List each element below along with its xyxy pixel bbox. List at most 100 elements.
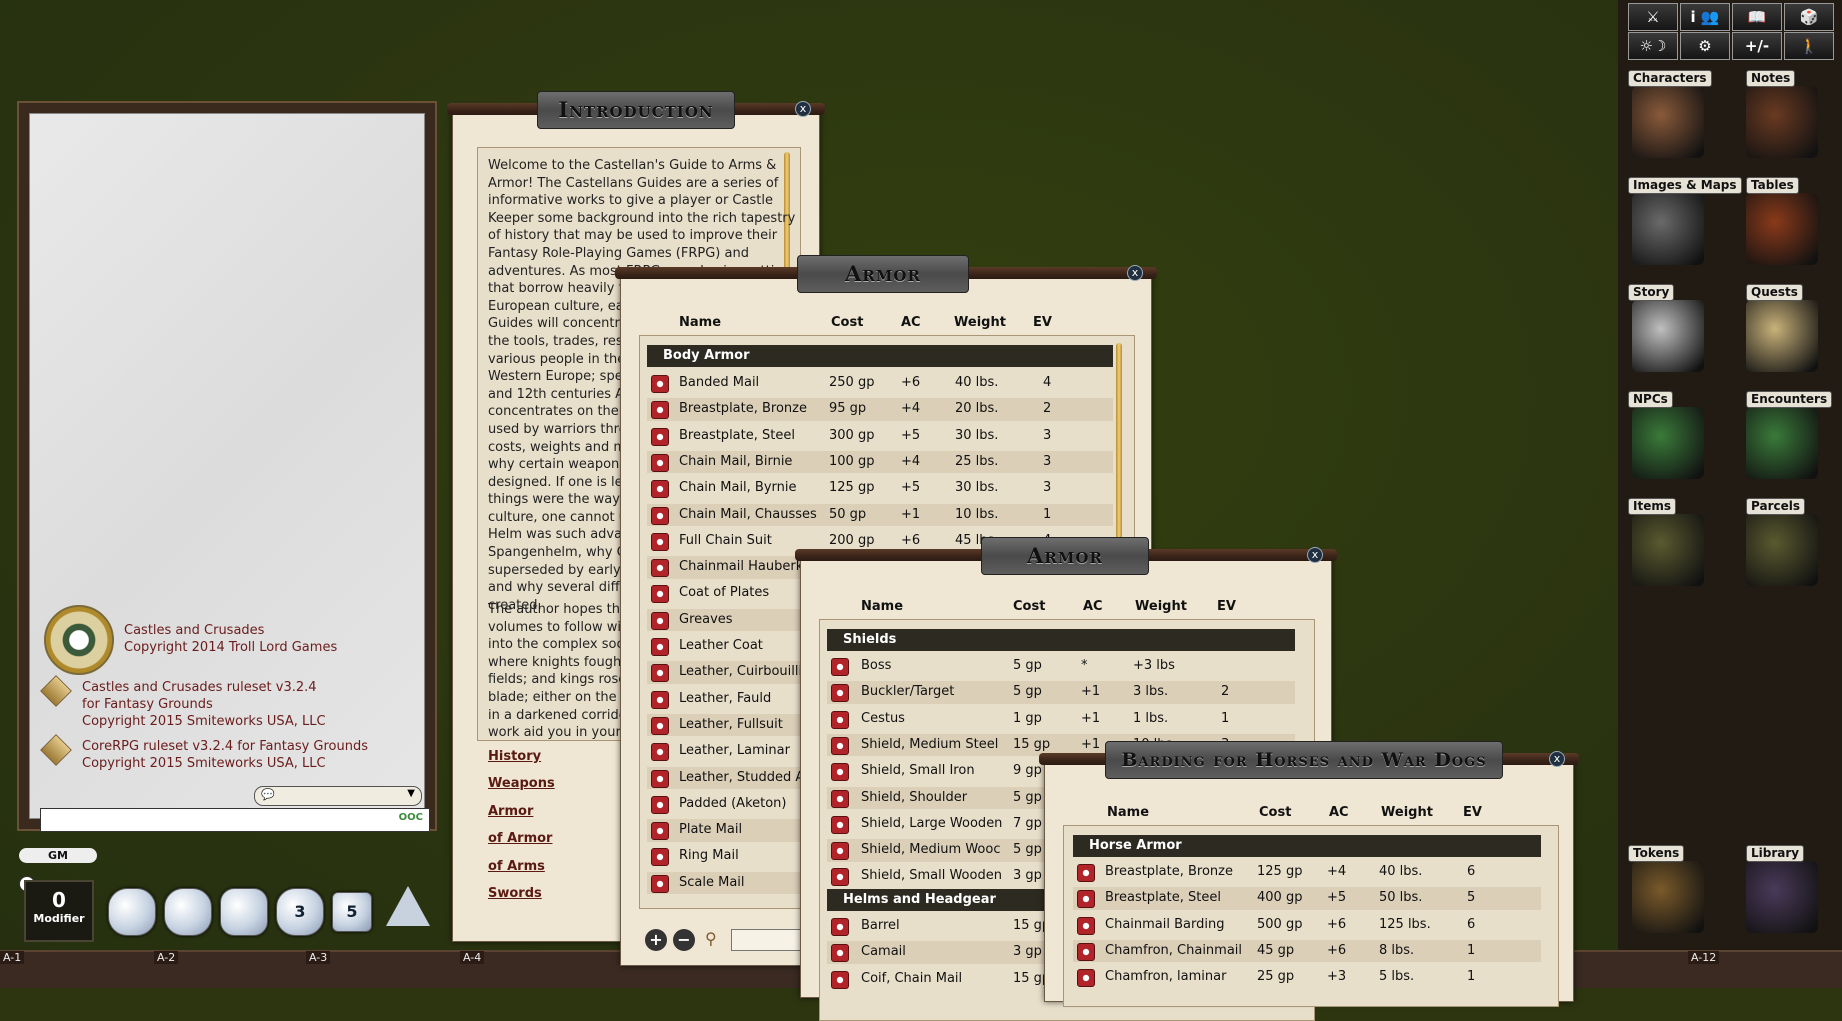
item-link-icon[interactable] [651,427,669,446]
item-link-icon[interactable] [651,795,669,814]
item-link-icon[interactable] [651,716,669,735]
hotkey-label[interactable]: A-3 [306,951,331,964]
item-link-icon[interactable] [1077,864,1095,882]
item-link-icon[interactable] [651,611,669,630]
library-button-label[interactable]: Parcels [1746,498,1805,515]
item-link-icon[interactable] [831,789,849,808]
table-row[interactable]: Chamfron, laminar 25 gp +3 5 lbs. 1 [1073,966,1541,989]
story-link[interactable]: History [488,749,541,764]
column-header-weight[interactable]: Weight [1381,805,1433,820]
modifiers-icon[interactable]: +/- [1732,32,1782,60]
item-link-icon[interactable] [831,710,849,729]
item-link-icon[interactable] [1077,890,1095,909]
d6-die-icon[interactable]: 5 [332,892,372,932]
table-row[interactable]: Chamfron, Chainmail 45 gp +6 8 lbs. 1 [1073,939,1541,963]
library-button-label[interactable]: Notes [1746,70,1796,87]
item-link-icon[interactable] [1077,969,1095,988]
library-button-label[interactable]: Tokens [1628,845,1685,862]
table-row[interactable]: Chainmail Barding 500 gp +6 125 lbs. 6 [1073,914,1541,937]
table-row[interactable]: Buckler/Target 5 gp +1 3 lbs. 2 [827,681,1295,704]
column-header-ev[interactable]: EV [1033,315,1052,330]
column-header-weight[interactable]: Weight [954,315,1006,330]
column-header-name[interactable]: Name [861,599,903,614]
column-header-name[interactable]: Name [679,315,721,330]
column-header-ev[interactable]: EV [1217,599,1236,614]
item-link-icon[interactable] [651,480,669,499]
story-link[interactable]: Weapons [488,776,555,791]
column-header-name[interactable]: Name [1107,805,1149,820]
options-icon[interactable]: ⚙ [1680,32,1730,60]
ooc-toggle[interactable]: OOC [399,812,423,823]
party-info-icon[interactable]: i 👥 [1680,3,1730,31]
chat-mode-dropdown[interactable]: 💬 ▼ [254,786,422,806]
item-link-icon[interactable] [831,815,849,834]
item-link-icon[interactable] [651,453,669,472]
item-link-icon[interactable] [651,585,669,604]
dice-tower-icon[interactable]: 🎲 [1784,3,1834,31]
story-link[interactable]: of Arms [488,859,545,874]
close-icon[interactable]: x [795,101,811,117]
story-link[interactable]: Armor [488,804,533,819]
column-header-cost[interactable]: Cost [1013,599,1045,614]
table-row[interactable]: Boss 5 gp * +3 lbs [827,655,1295,678]
item-link-icon[interactable] [651,690,669,709]
assets-icon[interactable]: 📖 [1732,3,1782,31]
d10-die-icon[interactable] [220,888,268,936]
item-link-icon[interactable] [1077,942,1095,961]
table-row[interactable]: Chain Mail, Birnie 100 gp +4 25 lbs. 3 [647,450,1113,474]
search-icon[interactable]: ⚲ [705,929,723,951]
library-button-label[interactable]: Quests [1746,284,1803,301]
table-row[interactable]: Breastplate, Bronze 125 gp +4 40 lbs. 6 [1073,861,1541,884]
table-row[interactable]: Chain Mail, Byrnie 125 gp +5 30 lbs. 3 [647,477,1113,500]
close-icon[interactable]: x [1307,547,1323,563]
story-icon[interactable] [1632,300,1704,372]
table-row[interactable]: Breastplate, Steel 300 gp +5 30 lbs. 3 [647,425,1113,448]
item-link-icon[interactable] [1077,916,1095,935]
characters-icon[interactable] [1632,86,1704,158]
library-button-label[interactable]: Library [1746,845,1805,862]
item-link-icon[interactable] [651,532,669,551]
item-link-icon[interactable] [831,684,849,703]
notes-icon[interactable] [1746,86,1818,158]
table-row[interactable]: Chain Mail, Chausses 50 gp +1 10 lbs. 1 [647,503,1113,526]
table-row[interactable]: Breastplate, Steel 400 gp +5 50 lbs. 5 [1073,887,1541,910]
item-link-icon[interactable] [651,638,669,656]
library-button-label[interactable]: NPCs [1628,391,1673,408]
column-header-cost[interactable]: Cost [831,315,863,330]
item-link-icon[interactable] [651,401,669,420]
library-button-label[interactable]: Story [1628,284,1675,301]
item-link-icon[interactable] [831,736,849,755]
images-maps-icon[interactable] [1632,193,1704,265]
table-row[interactable]: Cestus 1 gp +1 1 lbs. 1 [827,708,1295,731]
item-link-icon[interactable] [831,763,849,782]
remove-icon[interactable]: − [673,929,695,951]
column-header-cost[interactable]: Cost [1259,805,1291,820]
item-link-icon[interactable] [831,868,849,887]
items-icon[interactable] [1632,514,1704,586]
item-link-icon[interactable] [651,874,669,893]
table-row[interactable]: Banded Mail 250 gp +6 40 lbs. 4 [647,372,1113,395]
item-link-icon[interactable] [831,918,849,936]
tokens-icon[interactable] [1632,861,1704,933]
tables-icon[interactable] [1746,193,1818,265]
quests-icon[interactable] [1746,300,1818,372]
d20-die-icon[interactable] [108,888,156,936]
combat-tracker-icon[interactable]: ⚔ [1628,3,1678,31]
add-icon[interactable]: + [645,929,667,951]
d12-die-icon[interactable] [164,888,212,936]
column-header-ac[interactable]: AC [1329,805,1349,820]
column-header-ac[interactable]: AC [1083,599,1103,614]
close-icon[interactable]: x [1127,265,1143,281]
npcs-icon[interactable] [1632,407,1704,479]
item-link-icon[interactable] [651,743,669,762]
item-link-icon[interactable] [831,842,849,861]
item-link-icon[interactable] [651,848,669,867]
item-link-icon[interactable] [651,822,669,841]
library-button-label[interactable]: Images & Maps [1628,177,1742,194]
d8-die-icon[interactable]: 3 [276,888,324,936]
item-link-icon[interactable] [651,506,669,525]
library-icon[interactable] [1746,861,1818,933]
item-link-icon[interactable] [651,769,669,788]
calendar-icon[interactable]: ☼☽ [1628,32,1678,60]
modifier-box[interactable]: 0 Modifier [24,880,94,942]
